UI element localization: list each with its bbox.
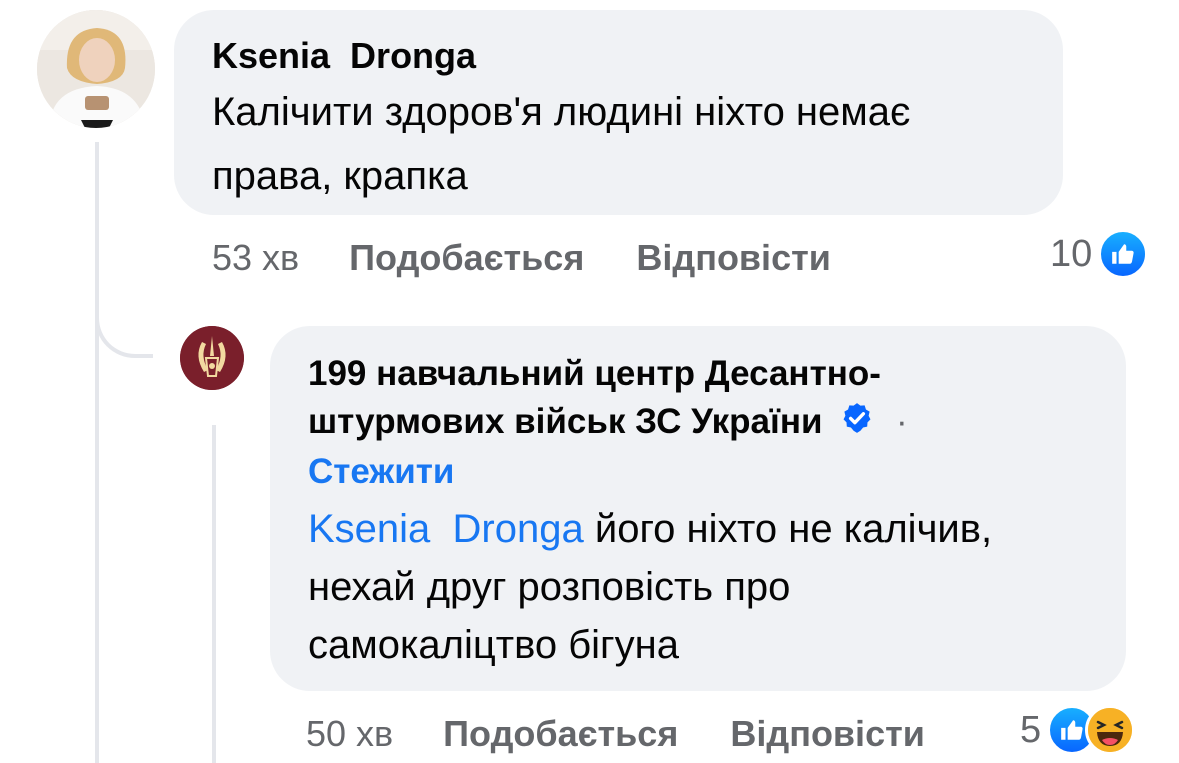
user-photo-icon [37,10,155,128]
comment-author-2-line1: 199 навчальний центр Десантно- [308,354,881,393]
comment-author-2-line2-text: штурмових військ ЗС України [308,402,823,441]
mention-link[interactable]: Ksenia Dronga [308,507,584,551]
follow-button[interactable]: Стежити [308,448,1088,496]
verified-badge-icon [840,400,874,448]
avatar-199-center[interactable] [180,326,244,390]
comment-text-2-line1: Ksenia Dronga його ніхто не калічив, [308,500,1088,558]
avatar-ksenia[interactable] [37,10,155,128]
haha-icon [1085,705,1136,755]
comment-text-2-line1-rest: його ніхто не калічив, [583,506,993,551]
comment-author-2[interactable]: 199 навчальний центр Десантно- штурмових… [308,350,1088,496]
author-separator: · [895,402,908,441]
comment-time-1[interactable]: 53 хв [212,237,299,279]
reply-button-2[interactable]: Відповісти [730,713,925,755]
reply-button-1[interactable]: Відповісти [636,237,831,279]
reaction-count-2: 5 [1020,708,1042,751]
comment-text-2-line2: нехай друг розповість про [308,564,791,609]
comment-time-2[interactable]: 50 хв [306,713,393,755]
thread-line-main [95,142,99,763]
reaction-count-1: 10 [1050,232,1093,275]
comment-actions-1: 53 хв Подобається Відповісти [212,232,883,284]
comment-actions-2: 50 хв Подобається Відповісти [306,708,977,760]
comment-author-1[interactable]: Ksenia Dronga [212,34,1025,78]
thread-line-reply [212,425,216,763]
like-icon [1098,229,1149,279]
comment-text-1: Калічити здоров'я людині ніхто немає пра… [212,90,911,198]
comment-author-2-line2: штурмових військ ЗС України · [308,398,1088,448]
comment-text-2: Ksenia Dronga його ніхто не калічив, нех… [308,500,1088,674]
comment-text-2-line3: самокаліцтво бігуна [308,622,679,667]
unit-emblem-icon [180,326,244,390]
comment-bubble-1: Ksenia Dronga Калічити здоров'я людині н… [174,10,1063,215]
reactions-1[interactable]: 10 [1050,229,1149,279]
reactions-2[interactable]: 5 [1020,705,1136,755]
like-button-1[interactable]: Подобається [349,237,584,279]
thread-connector [95,300,153,358]
like-button-2[interactable]: Подобається [443,713,678,755]
comment-bubble-2: 199 навчальний центр Десантно- штурмових… [270,326,1126,691]
